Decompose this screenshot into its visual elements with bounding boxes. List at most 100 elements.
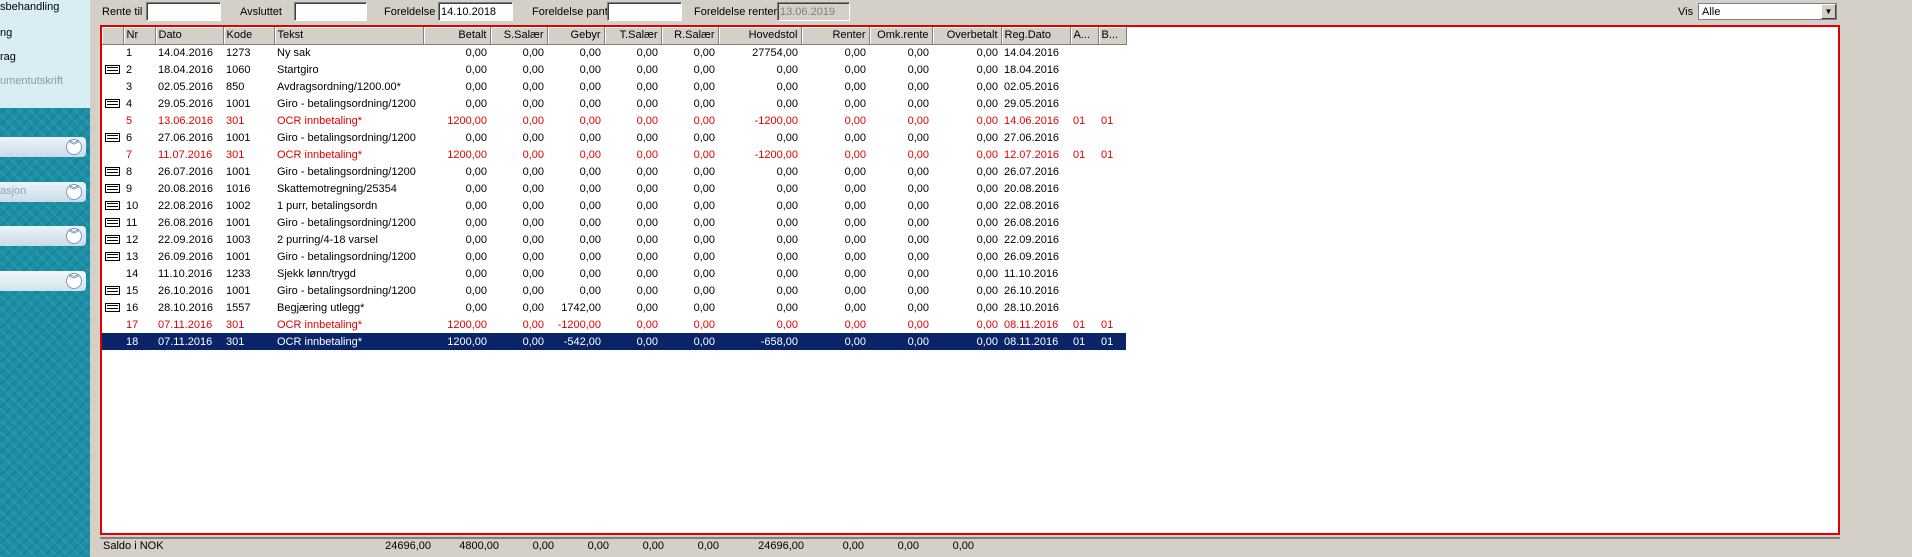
table-row[interactable]: 17 07.11.2016 301 OCR innbetaling* 1200,00 0,… bbox=[102, 316, 1126, 333]
column-header[interactable]: Nr bbox=[123, 27, 156, 45]
table-row[interactable]: 13 26.09.2016 1001 Giro - betalingsordning/… bbox=[102, 248, 1126, 265]
column-header[interactable]: T.Salær bbox=[604, 27, 662, 45]
sidebar-link[interactable]: ng bbox=[0, 27, 12, 39]
column-header[interactable]: Dato bbox=[155, 27, 224, 45]
table-cell: 0,00 bbox=[907, 250, 929, 263]
sidebar-link[interactable]: sbehandling bbox=[0, 1, 59, 13]
double-chevron-down-icon[interactable]: ︾ bbox=[66, 228, 82, 244]
table-cell bbox=[1070, 265, 1098, 282]
column-header[interactable]: Gebyr bbox=[547, 27, 605, 45]
table-cell: 20.08.2016 bbox=[158, 182, 214, 195]
sidebar-section-header[interactable]: ︾ bbox=[0, 226, 86, 246]
table-row[interactable]: 1 14.04.2016 1273 Ny sak 0,00 0,00 0,00 0,00 0,0… bbox=[102, 44, 1126, 61]
sidebar-section-header[interactable]: asjon ︾ bbox=[0, 182, 86, 202]
table-cell: 0,00 bbox=[693, 97, 715, 110]
double-chevron-down-icon[interactable]: ︾ bbox=[66, 139, 82, 155]
table-cell: 0,00 bbox=[844, 46, 866, 59]
avsluttet-input[interactable] bbox=[294, 2, 367, 21]
row-icon-cell bbox=[102, 299, 123, 316]
column-header[interactable]: Hovedstol bbox=[718, 27, 802, 45]
transaction-grid[interactable]: Nr Dato Kode Tekst Betalt S.Salær Gebyr T.Salær… bbox=[100, 25, 1840, 535]
table-cell: 12.07.2016 bbox=[1004, 148, 1060, 161]
table-cell: 0,00 bbox=[976, 267, 998, 280]
table-cell: 0,00 bbox=[693, 182, 715, 195]
table-cell: 0,00 bbox=[976, 80, 998, 93]
table-row[interactable]: 8 26.07.2016 1001 Giro - betalingsordning/1… bbox=[102, 163, 1126, 180]
table-cell: OCR innbetaling* bbox=[274, 333, 423, 350]
column-header[interactable]: Tekst bbox=[274, 27, 424, 45]
table-row[interactable]: 11 26.08.2016 1001 Giro - betalingsordning/… bbox=[102, 214, 1126, 231]
table-cell: 0,00 bbox=[579, 131, 601, 144]
table-cell: 0,00 bbox=[907, 63, 929, 76]
table-row[interactable]: 6 27.06.2016 1001 Giro - betalingsordning/1… bbox=[102, 129, 1126, 146]
column-header[interactable]: Renter bbox=[801, 27, 870, 45]
table-cell: 0,00 bbox=[636, 284, 658, 297]
table-row[interactable]: 14 11.10.2016 1233 Sjekk lønn/trygd 0,00 0,00… bbox=[102, 265, 1126, 282]
foreldelse-pant-input[interactable] bbox=[607, 2, 682, 21]
table-row[interactable]: 15 26.10.2016 1001 Giro - betalingsordning/… bbox=[102, 282, 1126, 299]
column-header[interactable]: A... bbox=[1070, 27, 1099, 45]
table-cell: 0,00 bbox=[976, 46, 998, 59]
table-row[interactable]: 3 02.05.2016 850 Avdragsordning/1200.00* 0,0… bbox=[102, 78, 1126, 95]
table-cell: 0,00 bbox=[844, 233, 866, 246]
column-header[interactable] bbox=[102, 27, 124, 45]
table-row[interactable]: 9 20.08.2016 1016 Skattemotregning/25354 0,0… bbox=[102, 180, 1126, 197]
foreldelse-input[interactable]: 14.10.2018 bbox=[438, 2, 513, 21]
table-cell: 0,00 bbox=[579, 250, 601, 263]
table-row[interactable]: 2 18.04.2016 1060 Startgiro 0,00 0,00 0,00 0,00… bbox=[102, 61, 1126, 78]
table-cell: Giro - betalingsordning/1200 bbox=[277, 250, 416, 263]
table-cell: 1200,00 bbox=[447, 114, 487, 127]
column-header[interactable]: Overbetalt bbox=[932, 27, 1002, 45]
sidebar-link[interactable]: rag bbox=[0, 51, 16, 63]
table-cell: 7 bbox=[126, 148, 133, 161]
table-cell: 0,00 bbox=[976, 233, 998, 246]
vis-select[interactable]: Alle ▼ bbox=[1698, 3, 1837, 20]
table-cell: 0,00 bbox=[636, 165, 658, 178]
column-header[interactable]: B... bbox=[1098, 27, 1127, 45]
table-cell: 0,00 bbox=[844, 165, 866, 178]
table-cell: 0,00 bbox=[976, 131, 998, 144]
table-row[interactable]: 12 22.09.2016 1003 2 purring/4-18 varsel 0,0… bbox=[102, 231, 1126, 248]
table-cell: 0,00 bbox=[693, 318, 715, 331]
rente-til-input[interactable] bbox=[146, 2, 221, 21]
column-header[interactable]: Betalt bbox=[423, 27, 491, 45]
vis-select-value: Alle bbox=[1702, 6, 1721, 18]
column-header[interactable]: Omk.rente bbox=[869, 27, 933, 45]
table-cell: 0,00 bbox=[976, 182, 998, 195]
table-cell: 0,00 bbox=[976, 148, 998, 161]
column-header[interactable]: Kode bbox=[223, 27, 275, 45]
summary-table: Saldo i NOK 24696,00 4800,00 0,00 0,00 0,00 0,… bbox=[100, 539, 977, 553]
table-row[interactable]: 4 29.05.2016 1001 Giro - betalingsordning/1… bbox=[102, 95, 1126, 112]
table-cell: 0,00 bbox=[693, 301, 715, 314]
table-cell: 0,00 bbox=[844, 97, 866, 110]
sidebar: sbehandling ng rag umentutskrift ︾ asjon… bbox=[0, 0, 90, 557]
table-row[interactable]: 18 07.11.2016 301 OCR innbetaling* 1200,00 0,… bbox=[102, 333, 1126, 350]
table-cell: 0,00 bbox=[693, 131, 715, 144]
table-row[interactable]: 5 13.06.2016 301 OCR innbetaling* 1200,00 0,0… bbox=[102, 112, 1126, 129]
column-header[interactable]: Reg.Dato bbox=[1001, 27, 1071, 45]
table-row[interactable]: 7 11.07.2016 301 OCR innbetaling* 1200,00 0,0… bbox=[102, 146, 1126, 163]
table-cell: 07.11.2016 bbox=[155, 333, 223, 350]
table-row[interactable]: 10 22.08.2016 1002 1 purr, betalingsordn 0,0… bbox=[102, 197, 1126, 214]
column-header[interactable]: R.Salær bbox=[661, 27, 719, 45]
sidebar-link[interactable]: umentutskrift bbox=[0, 75, 63, 87]
double-chevron-down-icon[interactable]: ︾ bbox=[66, 184, 82, 200]
table-cell: 22.09.2016 bbox=[158, 233, 214, 246]
double-chevron-down-icon[interactable]: ︾ bbox=[66, 273, 82, 289]
column-header[interactable]: S.Salær bbox=[490, 27, 548, 45]
dropdown-arrow-icon[interactable]: ▼ bbox=[1821, 4, 1836, 19]
sidebar-section-header[interactable]: ︾ bbox=[0, 271, 86, 291]
table-cell bbox=[1070, 214, 1098, 231]
table-cell bbox=[1098, 214, 1126, 231]
table-cell: 0,00 bbox=[522, 165, 544, 178]
table-cell: 0,00 bbox=[844, 318, 866, 331]
row-icon-cell bbox=[102, 61, 123, 78]
table-cell: 0,00 bbox=[636, 199, 658, 212]
table-cell: 0,00 bbox=[636, 233, 658, 246]
summary-value: 0,00 bbox=[842, 540, 864, 552]
avsluttet-label: Avsluttet bbox=[240, 6, 282, 18]
table-row[interactable]: 16 28.10.2016 1557 Begjæring utlegg* 0,00 0,0… bbox=[102, 299, 1126, 316]
table-cell bbox=[1098, 129, 1126, 146]
sidebar-section-header[interactable]: ︾ bbox=[0, 137, 86, 157]
table-cell: 0,00 bbox=[976, 199, 998, 212]
